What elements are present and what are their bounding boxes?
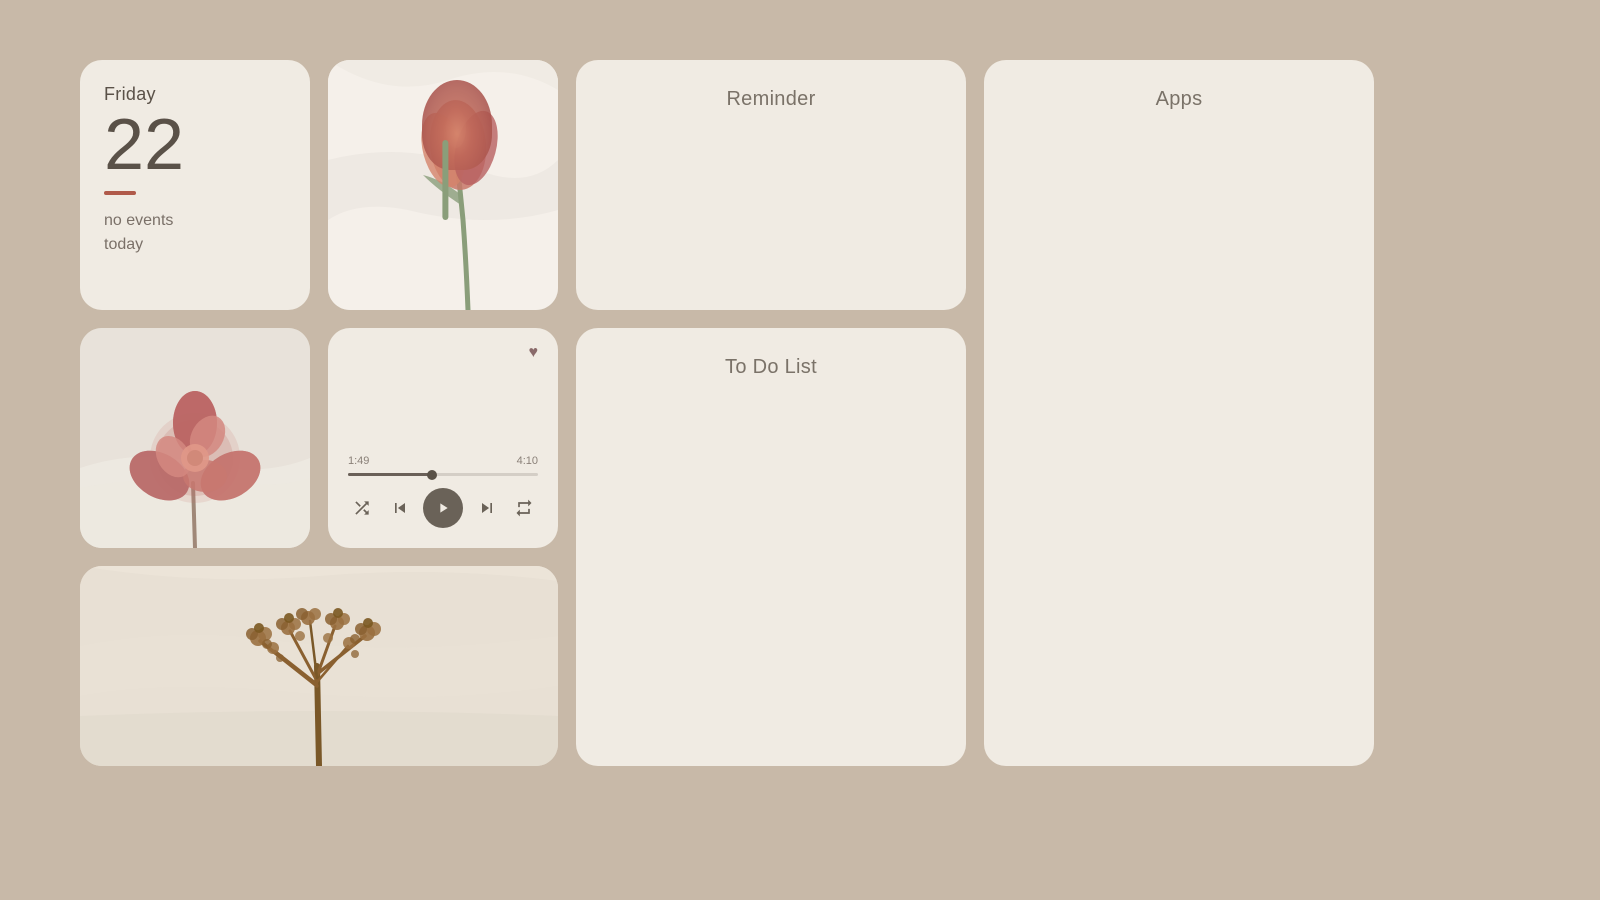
previous-icon <box>390 498 410 518</box>
calendar-widget: Friday 22 no events today <box>80 60 310 310</box>
todo-title: To Do List <box>725 356 817 379</box>
music-progress-dot <box>427 470 437 480</box>
dried-photo <box>80 566 558 766</box>
apps-title: Apps <box>1156 88 1203 111</box>
reminder-title: Reminder <box>726 88 815 111</box>
play-button[interactable] <box>423 488 463 528</box>
play-icon <box>435 500 451 516</box>
shuffle-button[interactable] <box>348 494 376 522</box>
calendar-events: no events today <box>104 209 286 257</box>
dried-illustration <box>80 566 558 766</box>
photo-tulip-widget <box>328 60 558 310</box>
tulip-photo <box>328 60 558 310</box>
repeat-button[interactable] <box>510 494 538 522</box>
tulip-illustration <box>328 60 558 310</box>
music-time-row: 1:49 4:10 <box>348 455 538 467</box>
photo-flower-widget <box>80 328 310 548</box>
photo-dried-widget <box>80 566 558 766</box>
flower-photo <box>80 328 310 548</box>
music-time-current: 1:49 <box>348 455 369 467</box>
shuffle-icon <box>352 498 372 518</box>
dashboard: Friday 22 no events today <box>80 60 1520 840</box>
music-player-widget: ♥ 1:49 4:10 <box>328 328 558 548</box>
music-controls <box>348 488 538 528</box>
next-button[interactable] <box>473 494 501 522</box>
calendar-events-line2: today <box>104 236 143 253</box>
repeat-icon <box>514 498 534 518</box>
todo-widget: To Do List <box>576 328 966 766</box>
music-progress-container: 1:49 4:10 <box>348 455 538 476</box>
music-progress-fill <box>348 473 432 476</box>
music-time-total: 4:10 <box>517 455 538 467</box>
previous-button[interactable] <box>386 494 414 522</box>
calendar-accent-bar <box>104 191 136 195</box>
music-progress-bar[interactable] <box>348 473 538 476</box>
calendar-events-line1: no events <box>104 212 173 229</box>
flower-illustration <box>80 328 310 548</box>
reminder-widget: Reminder <box>576 60 966 310</box>
apps-widget: Apps <box>984 60 1374 766</box>
calendar-day: Friday <box>104 84 286 105</box>
calendar-date: 22 <box>104 109 286 181</box>
next-icon <box>477 498 497 518</box>
music-heart-icon: ♥ <box>529 344 539 362</box>
